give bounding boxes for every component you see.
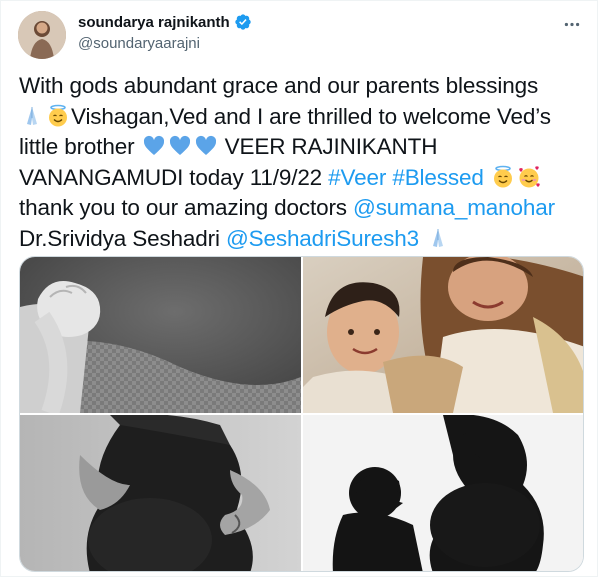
more-options-icon[interactable] <box>561 13 583 35</box>
display-name[interactable]: soundarya rajnikanth <box>78 14 230 31</box>
avatar[interactable] <box>18 11 66 59</box>
smiling-face-with-halo-icon <box>491 165 515 189</box>
tweet-line-3-name: VEER RAJINIKANTH <box>218 134 438 159</box>
mention-sumana-manohar[interactable]: @sumana_manohar <box>353 195 555 220</box>
tweet-text: With gods abundant grace and our parents… <box>19 71 584 254</box>
tweet-line-4-text: VANANGAMUDI today 11/9/22 <box>19 164 329 190</box>
blue-heart-icon <box>168 134 192 158</box>
blue-heart-icon <box>142 134 166 158</box>
handle[interactable]: @soundaryaarajni <box>78 35 252 52</box>
tweet-line-3-text: little brother <box>19 134 141 159</box>
blue-heart-icon <box>194 134 218 158</box>
tweet-line-6: Dr.Srividya Seshadri @SeshadriSuresh3 <box>19 224 584 255</box>
mother-and-son-photo[interactable] <box>303 257 583 413</box>
tweet-line-5: thank you to our amazing doctors @sumana… <box>19 193 584 224</box>
smiling-face-with-hearts-icon <box>517 165 541 189</box>
folded-hands-icon <box>20 104 44 128</box>
pregnancy-silhouette-photo[interactable] <box>303 415 583 571</box>
hashtag-blessed[interactable]: #Blessed <box>392 165 484 190</box>
smiling-face-with-halo-icon <box>46 104 70 128</box>
tweet-line-2-text: Vishagan,Ved and I are thrilled to welco… <box>71 103 551 129</box>
tweet-line-6-text: Dr.Srividya Seshadri <box>19 225 226 251</box>
pregnancy-portrait-photo[interactable] <box>20 415 301 571</box>
tweet-line-2: Vishagan,Ved and I are thrilled to welco… <box>19 102 584 133</box>
photo-grid <box>19 256 584 572</box>
tweet-line-5-text: thank you to our amazing doctors <box>19 195 353 220</box>
hashtag-veer[interactable]: #Veer <box>328 165 386 190</box>
tweet-line-4: VANANGAMUDI today 11/9/22 #Veer #Blessed <box>19 163 584 194</box>
newborn-hand-photo[interactable] <box>20 257 301 413</box>
author-info: soundarya rajnikanth @soundaryaarajni <box>78 13 252 52</box>
tweet-card: soundarya rajnikanth @soundaryaarajni Wi… <box>0 0 598 577</box>
mention-seshadri-suresh[interactable]: @SeshadriSuresh3 <box>226 226 419 251</box>
folded-hands-icon <box>426 226 450 250</box>
tweet-line-1: With gods abundant grace and our parents… <box>19 73 539 98</box>
tweet-line-3: little brother VEER RAJINIKANTH <box>19 132 584 163</box>
verified-badge-icon <box>234 13 252 31</box>
